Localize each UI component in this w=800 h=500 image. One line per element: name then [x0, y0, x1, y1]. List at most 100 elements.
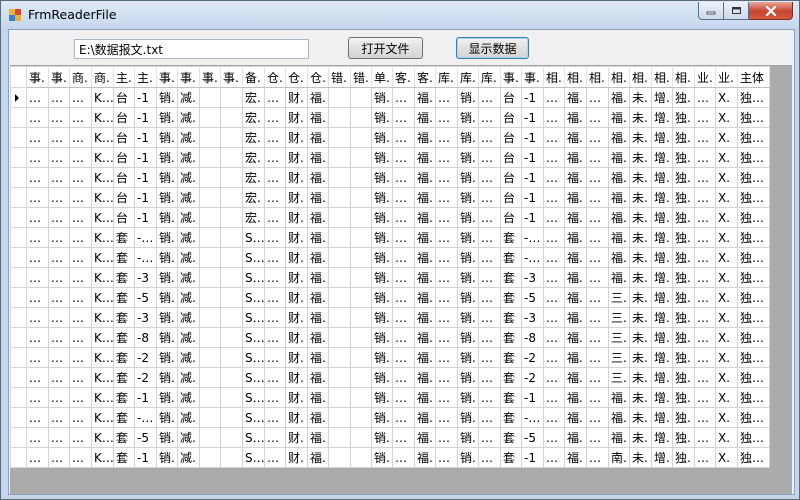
grid-cell[interactable] [199, 227, 221, 248]
grid-cell[interactable] [350, 127, 372, 148]
grid-cell[interactable]: 台 [113, 167, 135, 188]
grid-cell[interactable]: 销. [457, 287, 479, 308]
grid-cell[interactable]: 财. [285, 207, 308, 228]
grid-cell[interactable]: … [392, 207, 415, 228]
grid-cell[interactable]: … [264, 287, 286, 308]
grid-cell[interactable]: … [478, 147, 501, 168]
grid-cell[interactable]: 宏. [242, 167, 265, 188]
grid-cell[interactable]: … [586, 167, 609, 188]
grid-cell[interactable]: 独. [672, 347, 695, 368]
grid-cell[interactable]: K… [91, 387, 114, 408]
grid-cell[interactable]: … [543, 207, 565, 228]
column-header[interactable]: 相. [608, 66, 630, 88]
grid-cell[interactable]: … [478, 107, 501, 128]
grid-cell[interactable]: 台 [113, 107, 135, 128]
grid-cell[interactable]: 减. [177, 327, 200, 348]
grid-cell[interactable] [328, 147, 351, 168]
grid-cell[interactable]: … [478, 347, 501, 368]
grid-cell[interactable]: 销. [457, 187, 479, 208]
grid-cell[interactable]: 套 [113, 307, 135, 328]
grid-cell[interactable]: 套 [113, 267, 135, 288]
grid-cell[interactable]: … [392, 147, 415, 168]
grid-cell[interactable]: 销. [371, 147, 393, 168]
grid-cell[interactable]: -… [134, 407, 157, 428]
grid-cell[interactable]: … [586, 207, 609, 228]
grid-cell[interactable]: 未. [629, 107, 652, 128]
open-file-button[interactable]: 打开文件 [348, 37, 423, 59]
grid-cell[interactable]: -1 [521, 147, 544, 168]
grid-cell[interactable] [220, 387, 243, 408]
row-header[interactable] [10, 227, 27, 248]
table-row[interactable]: ……… K… 台 -1 销. 减. 宏.… 财. 福. 销.… 福.… 销.… 台 -1… 福.… 福. 未. 增… [10, 207, 770, 228]
grid-cell[interactable]: … [26, 267, 49, 288]
grid-cell[interactable]: … [543, 447, 565, 468]
grid-cell[interactable]: 销. [371, 367, 393, 388]
grid-cell[interactable]: 福. [307, 147, 329, 168]
grid-cell[interactable]: 独. [672, 267, 695, 288]
grid-cell[interactable] [328, 187, 351, 208]
grid-cell[interactable]: 福. [414, 447, 436, 468]
grid-cell[interactable]: … [264, 127, 286, 148]
grid-cell[interactable]: 福. [608, 127, 630, 148]
grid-cell[interactable] [220, 407, 243, 428]
grid-cell[interactable]: 未. [629, 127, 652, 148]
grid-cell[interactable]: 福. [307, 447, 329, 468]
grid-cell[interactable]: S… [242, 407, 265, 428]
grid-cell[interactable]: K… [91, 327, 114, 348]
grid-cell[interactable]: 财. [285, 107, 308, 128]
grid-cell[interactable]: 福. [564, 127, 587, 148]
grid-cell[interactable]: 销. [457, 407, 479, 428]
title-bar[interactable]: FrmReaderFile [1, 1, 799, 29]
grid-cell[interactable]: … [435, 407, 458, 428]
grid-cell[interactable]: 独. [672, 107, 695, 128]
column-header[interactable]: 商. [69, 66, 92, 88]
grid-cell[interactable]: 宏. [242, 87, 265, 108]
column-header[interactable]: 事. [48, 66, 70, 88]
grid-cell[interactable]: 独… [737, 347, 770, 368]
row-header[interactable] [10, 447, 27, 468]
grid-cell[interactable]: … [26, 427, 49, 448]
grid-cell[interactable]: 福. [564, 447, 587, 468]
grid-cell[interactable]: … [392, 447, 415, 468]
grid-cell[interactable]: 销. [156, 167, 178, 188]
grid-cell[interactable]: 福. [564, 167, 587, 188]
grid-cell[interactable]: … [694, 407, 716, 428]
grid-cell[interactable]: 福. [307, 227, 329, 248]
grid-cell[interactable] [220, 307, 243, 328]
grid-cell[interactable]: … [586, 447, 609, 468]
grid-cell[interactable] [328, 307, 351, 328]
grid-cell[interactable]: 未. [629, 267, 652, 288]
grid-cell[interactable]: … [26, 387, 49, 408]
column-header[interactable]: 单. [371, 66, 393, 88]
grid-cell[interactable]: S… [242, 307, 265, 328]
grid-cell[interactable]: 福. [608, 267, 630, 288]
grid-cell[interactable]: 独. [672, 227, 695, 248]
grid-cell[interactable]: 减. [177, 407, 200, 428]
column-header[interactable]: 主. [134, 66, 157, 88]
grid-cell[interactable]: 福. [564, 387, 587, 408]
grid-cell[interactable] [328, 447, 351, 468]
grid-cell[interactable] [328, 327, 351, 348]
grid-cell[interactable]: … [478, 307, 501, 328]
column-header[interactable]: 仓. [307, 66, 329, 88]
grid-cell[interactable]: … [694, 87, 716, 108]
grid-cell[interactable]: 销. [371, 267, 393, 288]
grid-cell[interactable]: 套 [500, 387, 522, 408]
grid-cell[interactable]: … [694, 247, 716, 268]
grid-cell[interactable]: … [586, 227, 609, 248]
grid-cell[interactable]: X. [715, 387, 738, 408]
grid-cell[interactable]: … [26, 407, 49, 428]
grid-cell[interactable]: … [586, 247, 609, 268]
grid-cell[interactable] [199, 207, 221, 228]
grid-cell[interactable]: -1 [521, 387, 544, 408]
grid-cell[interactable]: 增. [651, 207, 673, 228]
column-header[interactable]: 相. [564, 66, 587, 88]
column-header[interactable]: 相. [672, 66, 695, 88]
grid-cell[interactable]: 台 [500, 187, 522, 208]
grid-cell[interactable]: 套 [113, 287, 135, 308]
grid-cell[interactable]: -1 [134, 107, 157, 128]
grid-cell[interactable]: K… [91, 307, 114, 328]
grid-cell[interactable]: 福. [414, 327, 436, 348]
column-header[interactable]: 事. [220, 66, 243, 88]
grid-cell[interactable]: 未. [629, 387, 652, 408]
